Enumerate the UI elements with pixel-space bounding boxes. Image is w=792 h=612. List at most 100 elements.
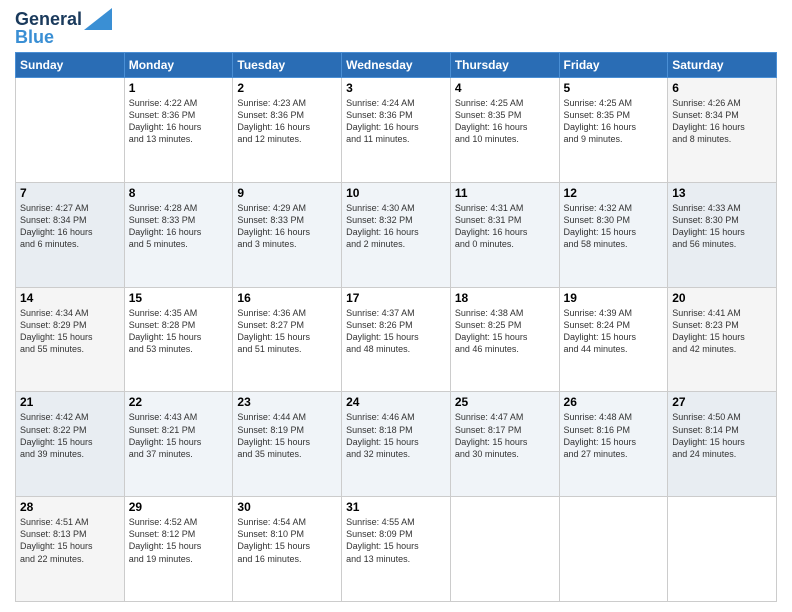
calendar-cell: 16 Sunrise: 4:36 AMSunset: 8:27 PMDayligh… [233,287,342,392]
day-number: 22 [129,395,229,409]
cell-info: Sunrise: 4:55 AMSunset: 8:09 PMDaylight:… [346,516,446,565]
cell-info: Sunrise: 4:48 AMSunset: 8:16 PMDaylight:… [564,411,664,460]
calendar-cell: 1 Sunrise: 4:22 AMSunset: 8:36 PMDaylight… [124,78,233,183]
day-number: 2 [237,81,337,95]
weekday-header-tuesday: Tuesday [233,53,342,78]
header: GeneralBlue [15,10,777,46]
weekday-header-friday: Friday [559,53,668,78]
calendar-cell: 3 Sunrise: 4:24 AMSunset: 8:36 PMDaylight… [342,78,451,183]
calendar-cell [668,497,777,602]
weekday-header-monday: Monday [124,53,233,78]
cell-info: Sunrise: 4:26 AMSunset: 8:34 PMDaylight:… [672,97,772,146]
calendar-week-row: 28 Sunrise: 4:51 AMSunset: 8:13 PMDayligh… [16,497,777,602]
day-number: 10 [346,186,446,200]
day-number: 11 [455,186,555,200]
cell-info: Sunrise: 4:23 AMSunset: 8:36 PMDaylight:… [237,97,337,146]
calendar-cell: 17Sunrise: 4:37 AMSunset: 8:26 PMDayligh… [342,287,451,392]
cell-info: Sunrise: 4:31 AMSunset: 8:31 PMDaylight:… [455,202,555,251]
cell-info: Sunrise: 4:27 AMSunset: 8:34 PMDaylight:… [20,202,120,251]
cell-info: Sunrise: 4:35 AMSunset: 8:28 PMDaylight:… [129,307,229,356]
day-number: 3 [346,81,446,95]
cell-info: Sunrise: 4:24 AMSunset: 8:36 PMDaylight:… [346,97,446,146]
day-number: 8 [129,186,229,200]
logo-blue: Blue [15,27,54,47]
cell-info: Sunrise: 4:44 AMSunset: 8:19 PMDaylight:… [237,411,337,460]
cell-info: Sunrise: 4:43 AMSunset: 8:21 PMDaylight:… [129,411,229,460]
cell-info: Sunrise: 4:38 AMSunset: 8:25 PMDaylight:… [455,307,555,356]
calendar-cell: 14 Sunrise: 4:34 AMSunset: 8:29 PMDayligh… [16,287,125,392]
day-number: 7 [20,186,120,200]
calendar-week-row: 7 Sunrise: 4:27 AMSunset: 8:34 PMDaylight… [16,182,777,287]
cell-info: Sunrise: 4:51 AMSunset: 8:13 PMDaylight:… [20,516,120,565]
day-number: 24 [346,395,446,409]
day-number: 6 [672,81,772,95]
cell-info: Sunrise: 4:52 AMSunset: 8:12 PMDaylight:… [129,516,229,565]
day-number: 30 [237,500,337,514]
day-number: 18 [455,291,555,305]
day-number: 28 [20,500,120,514]
calendar-cell: 24 Sunrise: 4:46 AMSunset: 8:18 PMDayligh… [342,392,451,497]
day-number: 20 [672,291,772,305]
calendar-cell: 21Sunrise: 4:42 AMSunset: 8:22 PMDayligh… [16,392,125,497]
calendar-cell [450,497,559,602]
cell-info: Sunrise: 4:46 AMSunset: 8:18 PMDaylight:… [346,411,446,460]
cell-info: Sunrise: 4:32 AMSunset: 8:30 PMDaylight:… [564,202,664,251]
calendar-cell: 9 Sunrise: 4:29 AMSunset: 8:33 PMDaylight… [233,182,342,287]
day-number: 29 [129,500,229,514]
weekday-header-sunday: Sunday [16,53,125,78]
calendar-week-row: 21Sunrise: 4:42 AMSunset: 8:22 PMDayligh… [16,392,777,497]
day-number: 14 [20,291,120,305]
cell-info: Sunrise: 4:39 AMSunset: 8:24 PMDaylight:… [564,307,664,356]
day-number: 16 [237,291,337,305]
day-number: 5 [564,81,664,95]
day-number: 4 [455,81,555,95]
calendar-cell: 25Sunrise: 4:47 AMSunset: 8:17 PMDayligh… [450,392,559,497]
calendar-cell: 27 Sunrise: 4:50 AMSunset: 8:14 PMDayligh… [668,392,777,497]
cell-info: Sunrise: 4:54 AMSunset: 8:10 PMDaylight:… [237,516,337,565]
calendar-week-row: 1 Sunrise: 4:22 AMSunset: 8:36 PMDaylight… [16,78,777,183]
day-number: 1 [129,81,229,95]
day-number: 9 [237,186,337,200]
weekday-header-thursday: Thursday [450,53,559,78]
calendar-cell: 29 Sunrise: 4:52 AMSunset: 8:12 PMDayligh… [124,497,233,602]
calendar-cell [559,497,668,602]
calendar-cell: 23 Sunrise: 4:44 AMSunset: 8:19 PMDayligh… [233,392,342,497]
page: GeneralBlue SundayMondayTuesdayWednesday… [0,0,792,612]
calendar-cell: 4 Sunrise: 4:25 AMSunset: 8:35 PMDaylight… [450,78,559,183]
cell-info: Sunrise: 4:29 AMSunset: 8:33 PMDaylight:… [237,202,337,251]
calendar-cell: 10Sunrise: 4:30 AMSunset: 8:32 PMDayligh… [342,182,451,287]
calendar-cell: 5 Sunrise: 4:25 AMSunset: 8:35 PMDaylight… [559,78,668,183]
day-number: 19 [564,291,664,305]
calendar-cell: 15 Sunrise: 4:35 AMSunset: 8:28 PMDayligh… [124,287,233,392]
calendar-table: SundayMondayTuesdayWednesdayThursdayFrid… [15,52,777,602]
cell-info: Sunrise: 4:25 AMSunset: 8:35 PMDaylight:… [564,97,664,146]
calendar-cell: 28 Sunrise: 4:51 AMSunset: 8:13 PMDayligh… [16,497,125,602]
cell-info: Sunrise: 4:50 AMSunset: 8:14 PMDaylight:… [672,411,772,460]
calendar-cell: 19 Sunrise: 4:39 AMSunset: 8:24 PMDayligh… [559,287,668,392]
calendar-cell: 8Sunrise: 4:28 AMSunset: 8:33 PMDaylight… [124,182,233,287]
cell-info: Sunrise: 4:41 AMSunset: 8:23 PMDaylight:… [672,307,772,356]
logo-text: GeneralBlue [15,10,82,46]
weekday-header-wednesday: Wednesday [342,53,451,78]
calendar-cell: 11 Sunrise: 4:31 AMSunset: 8:31 PMDayligh… [450,182,559,287]
day-number: 12 [564,186,664,200]
cell-info: Sunrise: 4:22 AMSunset: 8:36 PMDaylight:… [129,97,229,146]
calendar-cell: 18 Sunrise: 4:38 AMSunset: 8:25 PMDayligh… [450,287,559,392]
weekday-header-saturday: Saturday [668,53,777,78]
logo: GeneralBlue [15,10,112,46]
day-number: 15 [129,291,229,305]
weekday-header-row: SundayMondayTuesdayWednesdayThursdayFrid… [16,53,777,78]
cell-info: Sunrise: 4:25 AMSunset: 8:35 PMDaylight:… [455,97,555,146]
cell-info: Sunrise: 4:34 AMSunset: 8:29 PMDaylight:… [20,307,120,356]
cell-info: Sunrise: 4:36 AMSunset: 8:27 PMDaylight:… [237,307,337,356]
calendar-cell: 12 Sunrise: 4:32 AMSunset: 8:30 PMDayligh… [559,182,668,287]
day-number: 31 [346,500,446,514]
calendar-week-row: 14 Sunrise: 4:34 AMSunset: 8:29 PMDayligh… [16,287,777,392]
day-number: 23 [237,395,337,409]
cell-info: Sunrise: 4:33 AMSunset: 8:30 PMDaylight:… [672,202,772,251]
day-number: 21 [20,395,120,409]
day-number: 27 [672,395,772,409]
cell-info: Sunrise: 4:47 AMSunset: 8:17 PMDaylight:… [455,411,555,460]
calendar-cell: 7 Sunrise: 4:27 AMSunset: 8:34 PMDaylight… [16,182,125,287]
calendar-cell: 13Sunrise: 4:33 AMSunset: 8:30 PMDayligh… [668,182,777,287]
